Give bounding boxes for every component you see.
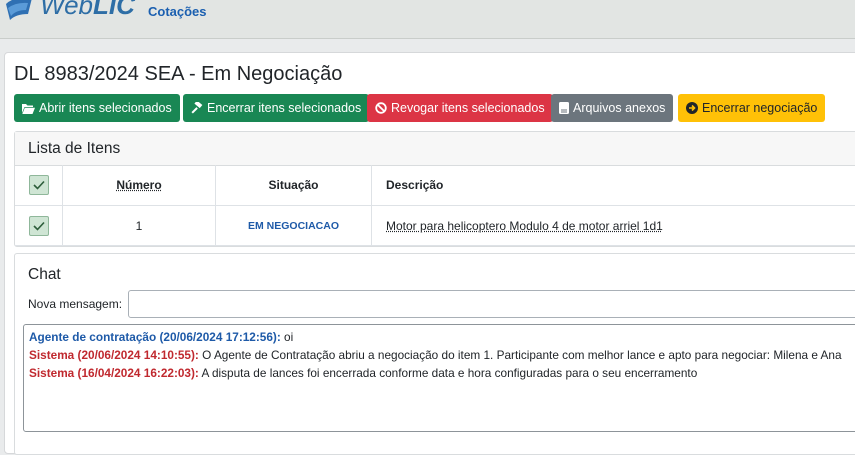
chat-message-sender: Agente de contratação (20/06/2024 17:12:… [29,330,281,344]
arrow-circle-icon [686,102,698,114]
chat-message-sender: Sistema (16/04/2024 16:22:03): [29,366,199,380]
item-status-cell: EM NEGOCIACAO [216,206,372,245]
revoke-selected-items-label: Revogar itens selecionados [391,101,545,115]
items-list-header: Lista de Itens [15,132,855,166]
item-number: 1 [135,218,143,233]
main-panel: DL 8983/2024 SEA - Em Negociação Abrir i… [4,52,855,455]
weblic-logo-icon [6,0,32,20]
open-selected-items-button[interactable]: Abrir itens selecionados [14,94,180,122]
select-all-checkbox[interactable] [28,175,49,195]
table-row: 1 EM NEGOCIACAO Motor para helicoptero M… [15,206,855,246]
item-number-cell: 1 [63,206,216,245]
nav-cotacoes-link[interactable]: Cotações [148,4,207,19]
file-icon [559,102,569,114]
chat-message: Sistema (16/04/2024 16:22:03): A disputa… [29,364,855,382]
chat-message: Agente de contratação (20/06/2024 17:12:… [29,328,855,346]
chat-card: Chat Nova mensagem: Agente de contrataçã… [14,253,855,455]
items-list-card: Lista de Itens Número Situação Descrição [14,131,855,247]
page-title: DL 8983/2024 SEA - Em Negociação [14,63,343,85]
chat-message-sender: Sistema (20/06/2024 14:10:55): [29,348,199,362]
item-description-link[interactable]: Motor para helicoptero Modulo 4 de motor… [386,219,663,233]
check-icon [32,180,45,190]
open-selected-items-label: Abrir itens selecionados [39,101,172,115]
chat-log[interactable]: Agente de contratação (20/06/2024 17:12:… [23,324,855,432]
row-select-checkbox[interactable] [28,215,49,236]
column-header-number[interactable]: Número [63,165,216,205]
items-table-header-row: Número Situação Descrição [15,165,855,206]
chat-message: Sistema (20/06/2024 14:10:55): O Agente … [29,346,855,364]
app-logo-text[interactable]: WebLIC [40,0,135,21]
new-message-label: Nova mensagem: [28,297,123,311]
items-list-title: Lista de Itens [28,140,121,157]
column-header-description: Descrição [372,165,855,205]
check-icon [32,221,45,231]
row-select-cell [15,206,63,245]
item-description-cell: Motor para helicoptero Modulo 4 de motor… [372,206,855,245]
gavel-icon [191,102,203,114]
attached-files-label: Arquivos anexos [573,101,666,115]
chat-message-text: A disputa de lances foi encerrada confor… [198,366,698,380]
top-bar: WebLIC Cotações [0,0,855,39]
attached-files-button[interactable]: Arquivos anexos [551,94,674,122]
chat-message-text: oi [280,330,294,344]
column-header-description-label: Descrição [386,178,444,192]
close-selected-items-label: Encerrar itens selecionados [207,101,362,115]
column-header-number-label: Número [116,178,162,192]
chat-title: Chat [28,266,61,283]
column-header-status: Situação [216,165,372,205]
revoke-selected-items-button[interactable]: Revogar itens selecionados [367,94,553,122]
logo-text-bold: LIC [93,0,135,20]
close-selected-items-button[interactable]: Encerrar itens selecionados [183,94,370,122]
close-negotiation-button[interactable]: Encerrar negociação [678,94,826,122]
folder-open-icon [22,103,35,114]
chat-message-text: O Agente de Contratação abriu a negociaç… [198,348,842,362]
close-negotiation-label: Encerrar negociação [702,101,818,115]
select-all-cell [15,165,63,205]
ban-icon [375,102,387,114]
new-message-input[interactable] [128,290,855,318]
column-header-status-label: Situação [268,178,319,192]
item-status-badge: EM NEGOCIACAO [247,219,339,232]
logo-text-light: Web [40,0,93,20]
